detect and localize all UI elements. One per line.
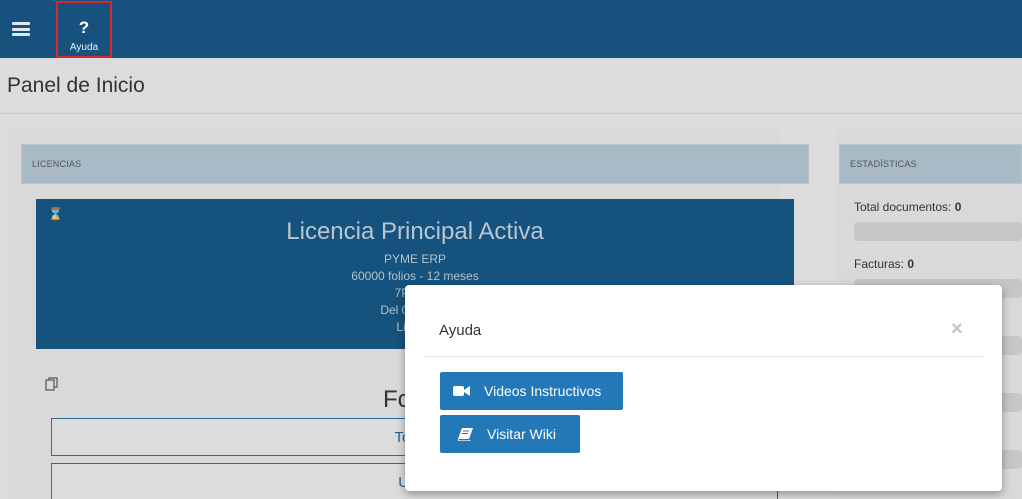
license-title: Licencia Principal Activa xyxy=(286,218,544,245)
stat-value: 0 xyxy=(954,200,962,214)
help-modal: Ayuda × Videos Instructivos Visitar Wiki xyxy=(405,285,1002,491)
videos-instructivos-button[interactable]: Videos Instructivos xyxy=(440,372,623,410)
stat-facturas: Facturas: 0 xyxy=(854,257,914,271)
modal-title: Ayuda xyxy=(439,322,482,339)
licencias-heading: LICENCIAS xyxy=(21,144,809,184)
video-camera-icon xyxy=(453,386,470,396)
modal-divider xyxy=(425,356,983,357)
book-icon xyxy=(458,427,473,441)
close-icon[interactable]: × xyxy=(951,319,963,339)
license-folios: 60000 folios - 12 meses xyxy=(351,269,479,283)
help-button-label: Ayuda xyxy=(69,42,99,53)
hamburger-icon[interactable] xyxy=(12,22,30,36)
visitar-wiki-button[interactable]: Visitar Wiki xyxy=(440,415,580,453)
stat-value: 0 xyxy=(907,257,915,271)
stat-label: Facturas: xyxy=(854,257,905,271)
visitar-wiki-label: Visitar Wiki xyxy=(487,426,556,442)
question-mark-icon: ? xyxy=(78,18,90,37)
help-button[interactable]: ? Ayuda xyxy=(56,1,112,58)
page-title: Panel de Inicio xyxy=(7,74,145,97)
hourglass-icon: ⌛ xyxy=(48,207,63,221)
estadisticas-heading: ESTADÍSTICAS xyxy=(839,144,1022,184)
copy-icon xyxy=(45,377,58,391)
stat-total-documentos: Total documentos: 0 xyxy=(854,200,961,214)
stat-label: Total documentos: xyxy=(854,200,952,214)
page-header: Panel de Inicio xyxy=(0,58,1022,114)
stat-progress-bar xyxy=(854,222,1022,241)
top-navbar: ? Ayuda xyxy=(0,0,1022,58)
videos-instructivos-label: Videos Instructivos xyxy=(484,383,602,399)
license-product: PYME ERP xyxy=(383,252,446,266)
